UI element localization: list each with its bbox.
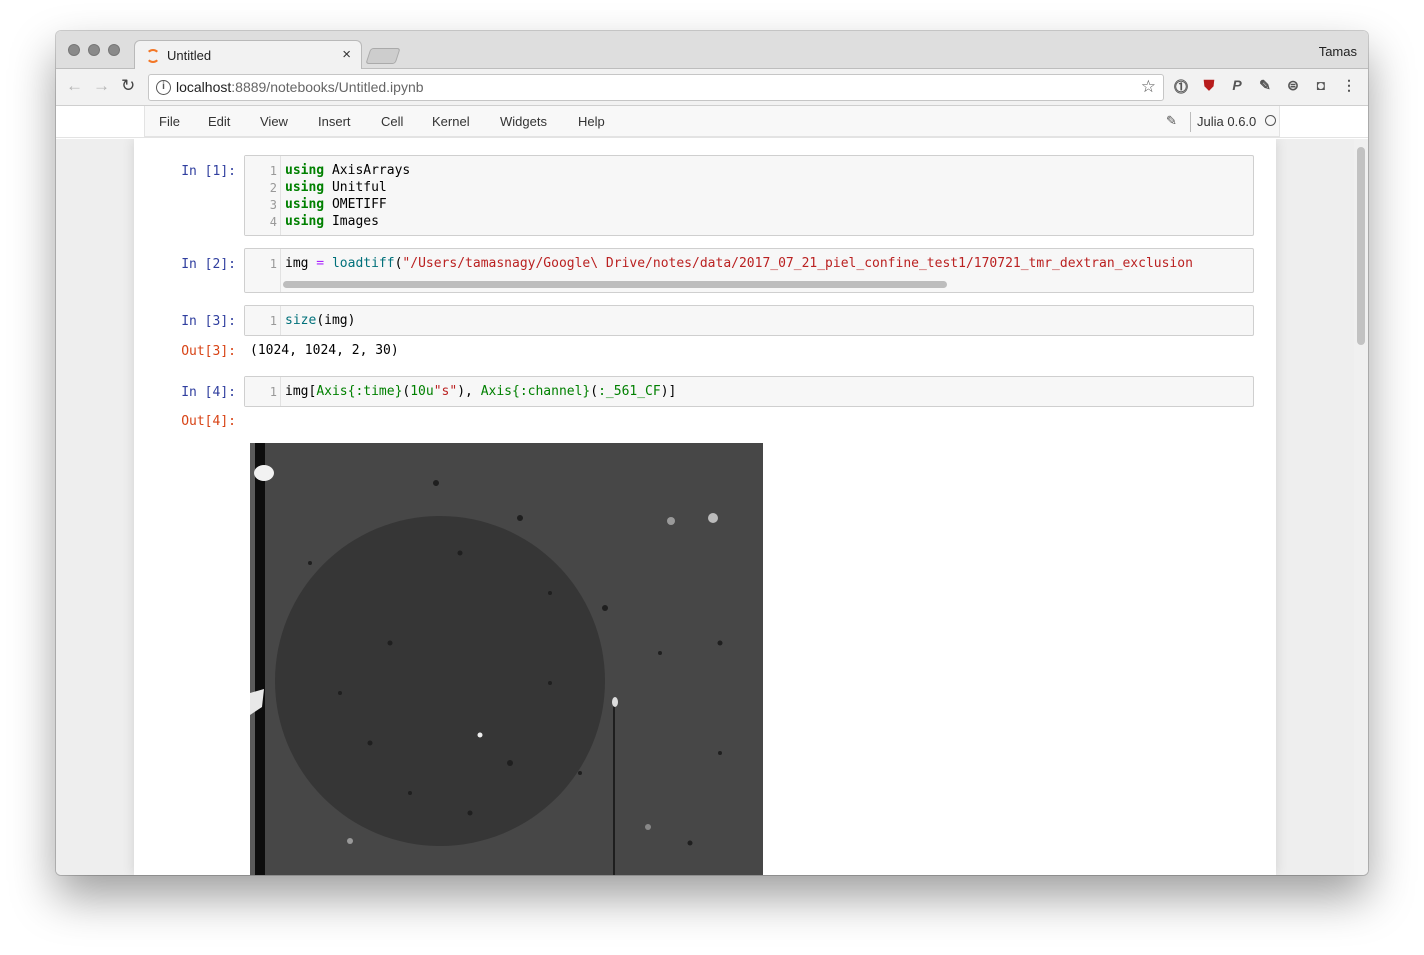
edit-pencil-icon[interactable]: ✎	[1166, 113, 1177, 129]
profile-name[interactable]: Tamas	[1319, 44, 1357, 59]
new-tab-button[interactable]	[365, 48, 401, 64]
jupyter-icon	[146, 49, 160, 63]
menu-widgets[interactable]: Widgets	[500, 114, 547, 129]
line-number: 1	[269, 314, 277, 328]
url-text[interactable]: localhost:8889/notebooks/Untitled.ipynb	[176, 79, 424, 95]
back-icon[interactable]: ←	[66, 76, 83, 96]
microscopy-image-output	[250, 443, 763, 875]
minimize-window-button[interactable]	[88, 44, 100, 56]
code-line: using OMETIFF	[285, 197, 387, 212]
code-line: img[Axis{:time}(10u"s"), Axis{:channel}(…	[285, 384, 677, 399]
scrollbar-thumb[interactable]	[1357, 147, 1365, 345]
line-number: 3	[269, 198, 277, 212]
cell-3-out-prompt: Out[3]:	[181, 344, 236, 359]
notebook-content: In [1]: 1 2 3 4 using AxisArrays using U…	[56, 139, 1368, 875]
cell-2-input[interactable]: 1 img = loadtiff("/Users/tamasnagy/Googl…	[244, 248, 1254, 293]
browser-tab[interactable]: Untitled ×	[134, 40, 362, 70]
line-number: 2	[269, 181, 277, 195]
info-icon[interactable]: i	[156, 80, 171, 95]
horizontal-scrollbar[interactable]	[283, 281, 947, 288]
notebook-container: In [1]: 1 2 3 4 using AxisArrays using U…	[134, 139, 1276, 875]
close-window-button[interactable]	[68, 44, 80, 56]
paypal-icon[interactable]: P	[1228, 77, 1246, 95]
page-scrollbar[interactable]	[1354, 139, 1368, 875]
zoom-window-button[interactable]	[108, 44, 120, 56]
cell-1-input[interactable]: 1 2 3 4 using AxisArrays using Unitful u…	[244, 155, 1254, 236]
code-line: using Unitful	[285, 180, 387, 195]
line-number: 1	[269, 257, 277, 271]
cell-4-prompt: In [4]:	[181, 385, 236, 400]
sync-icon[interactable]: ⊜	[1284, 77, 1302, 95]
tab-strip: Untitled × Tamas	[56, 31, 1368, 70]
browser-window: Untitled × Tamas ← → ↻ i localhost:8889/…	[56, 31, 1368, 875]
cell-3-input[interactable]: 1 size(img)	[244, 305, 1254, 336]
menu-edit[interactable]: Edit	[208, 114, 230, 129]
cell-3-prompt: In [3]:	[181, 314, 236, 329]
tab-title: Untitled	[167, 48, 212, 63]
line-number: 1	[269, 385, 277, 399]
menu-kernel[interactable]: Kernel	[432, 114, 470, 129]
cell-4-out-prompt: Out[4]:	[181, 414, 236, 429]
extension-icon[interactable]: ✎	[1256, 77, 1274, 95]
pocket-icon[interactable]: ◘	[1312, 77, 1330, 95]
reload-icon[interactable]: ↻	[121, 76, 135, 96]
kernel-name[interactable]: Julia 0.6.0	[1197, 114, 1256, 129]
jupyter-menubar: File Edit View Insert Cell Kernel Widget…	[56, 106, 1368, 138]
kernel-idle-icon	[1265, 115, 1276, 126]
cell-3-output: (1024, 1024, 2, 30)	[250, 343, 399, 358]
menu-cell[interactable]: Cell	[381, 114, 403, 129]
menu-file[interactable]: File	[159, 114, 180, 129]
bookmark-star-icon[interactable]: ☆	[1141, 77, 1156, 97]
code-line: using Images	[285, 214, 379, 229]
kernel-separator	[1190, 112, 1191, 132]
menu-help[interactable]: Help	[578, 114, 605, 129]
onepassword-icon[interactable]: ⓵	[1172, 77, 1190, 95]
line-number: 1	[269, 164, 277, 178]
ublock-icon[interactable]: ⛊	[1200, 77, 1218, 95]
chrome-menu-icon[interactable]: ⋮	[1340, 77, 1358, 95]
close-tab-icon[interactable]: ×	[342, 46, 351, 63]
line-number: 4	[269, 215, 277, 229]
code-line: using AxisArrays	[285, 163, 411, 178]
menubar-container: File Edit View Insert Cell Kernel Widget…	[144, 106, 1280, 137]
menu-insert[interactable]: Insert	[318, 114, 351, 129]
cell-2-prompt: In [2]:	[181, 257, 236, 272]
browser-toolbar: ← → ↻ i localhost:8889/notebooks/Untitle…	[56, 69, 1368, 106]
forward-icon[interactable]: →	[93, 76, 110, 96]
address-bar[interactable]: i localhost:8889/notebooks/Untitled.ipyn…	[148, 74, 1164, 101]
code-line: size(img)	[285, 313, 356, 328]
menu-view[interactable]: View	[260, 114, 288, 129]
cell-4-input[interactable]: 1 img[Axis{:time}(10u"s"), Axis{:channel…	[244, 376, 1254, 407]
cell-1-prompt: In [1]:	[181, 164, 236, 179]
code-line: img = loadtiff("/Users/tamasnagy/Google\…	[285, 256, 1193, 271]
microscopy-image	[250, 443, 763, 875]
